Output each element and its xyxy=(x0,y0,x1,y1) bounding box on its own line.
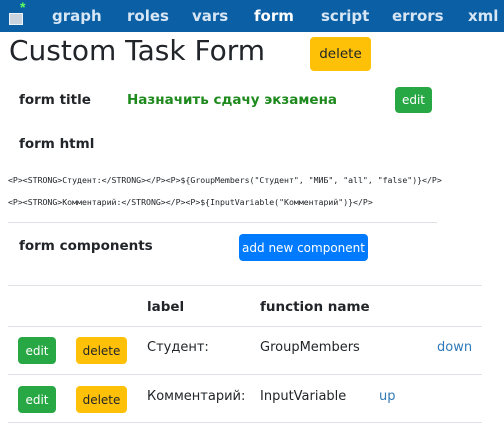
form-title-value: Назначить сдачу экзамена xyxy=(127,92,338,108)
add-component-button[interactable]: add new component xyxy=(239,234,368,261)
app-logo-icon[interactable]: * xyxy=(7,0,27,27)
table-row-border xyxy=(8,374,482,375)
move-up-link[interactable]: up xyxy=(379,389,396,404)
page-title: Custom Task Form xyxy=(9,34,266,67)
row-label: Комментарий: xyxy=(147,389,246,404)
tab-script[interactable]: script xyxy=(321,7,369,25)
move-down-link[interactable]: down xyxy=(437,340,472,355)
form-html-line-2: <P><STRONG>Комментарий:</STRONG></P><P>$… xyxy=(8,197,373,207)
tab-graph[interactable]: graph xyxy=(52,7,102,25)
table-top-border xyxy=(8,285,482,286)
column-header-label: label xyxy=(147,299,185,315)
tab-vars[interactable]: vars xyxy=(192,7,228,25)
row-delete-button[interactable]: delete xyxy=(76,337,127,364)
tab-roles[interactable]: roles xyxy=(127,7,169,25)
table-bottom-border xyxy=(8,422,482,423)
row-function-name: InputVariable xyxy=(260,389,347,404)
tab-errors[interactable]: errors xyxy=(392,7,444,25)
row-function-name: GroupMembers xyxy=(260,340,360,355)
form-title-label: form title xyxy=(19,92,91,108)
form-html-label: form html xyxy=(19,136,95,152)
top-navbar: * graph roles vars form script errors xm… xyxy=(0,0,504,32)
edit-title-button[interactable]: edit xyxy=(395,87,432,113)
divider xyxy=(8,222,437,223)
form-components-label: form components xyxy=(19,238,153,254)
table-header-border xyxy=(8,326,482,327)
row-edit-button[interactable]: edit xyxy=(18,386,56,413)
row-label: Студент: xyxy=(147,340,209,355)
row-delete-button[interactable]: delete xyxy=(76,386,127,413)
tab-xml[interactable]: xml xyxy=(468,7,498,25)
form-html-line-1: <P><STRONG>Студент:</STRONG></P><P>${Gro… xyxy=(8,175,442,185)
delete-form-button[interactable]: delete xyxy=(310,37,371,71)
row-edit-button[interactable]: edit xyxy=(18,337,56,364)
tab-form[interactable]: form xyxy=(254,7,294,25)
column-header-function: function name xyxy=(260,299,370,315)
